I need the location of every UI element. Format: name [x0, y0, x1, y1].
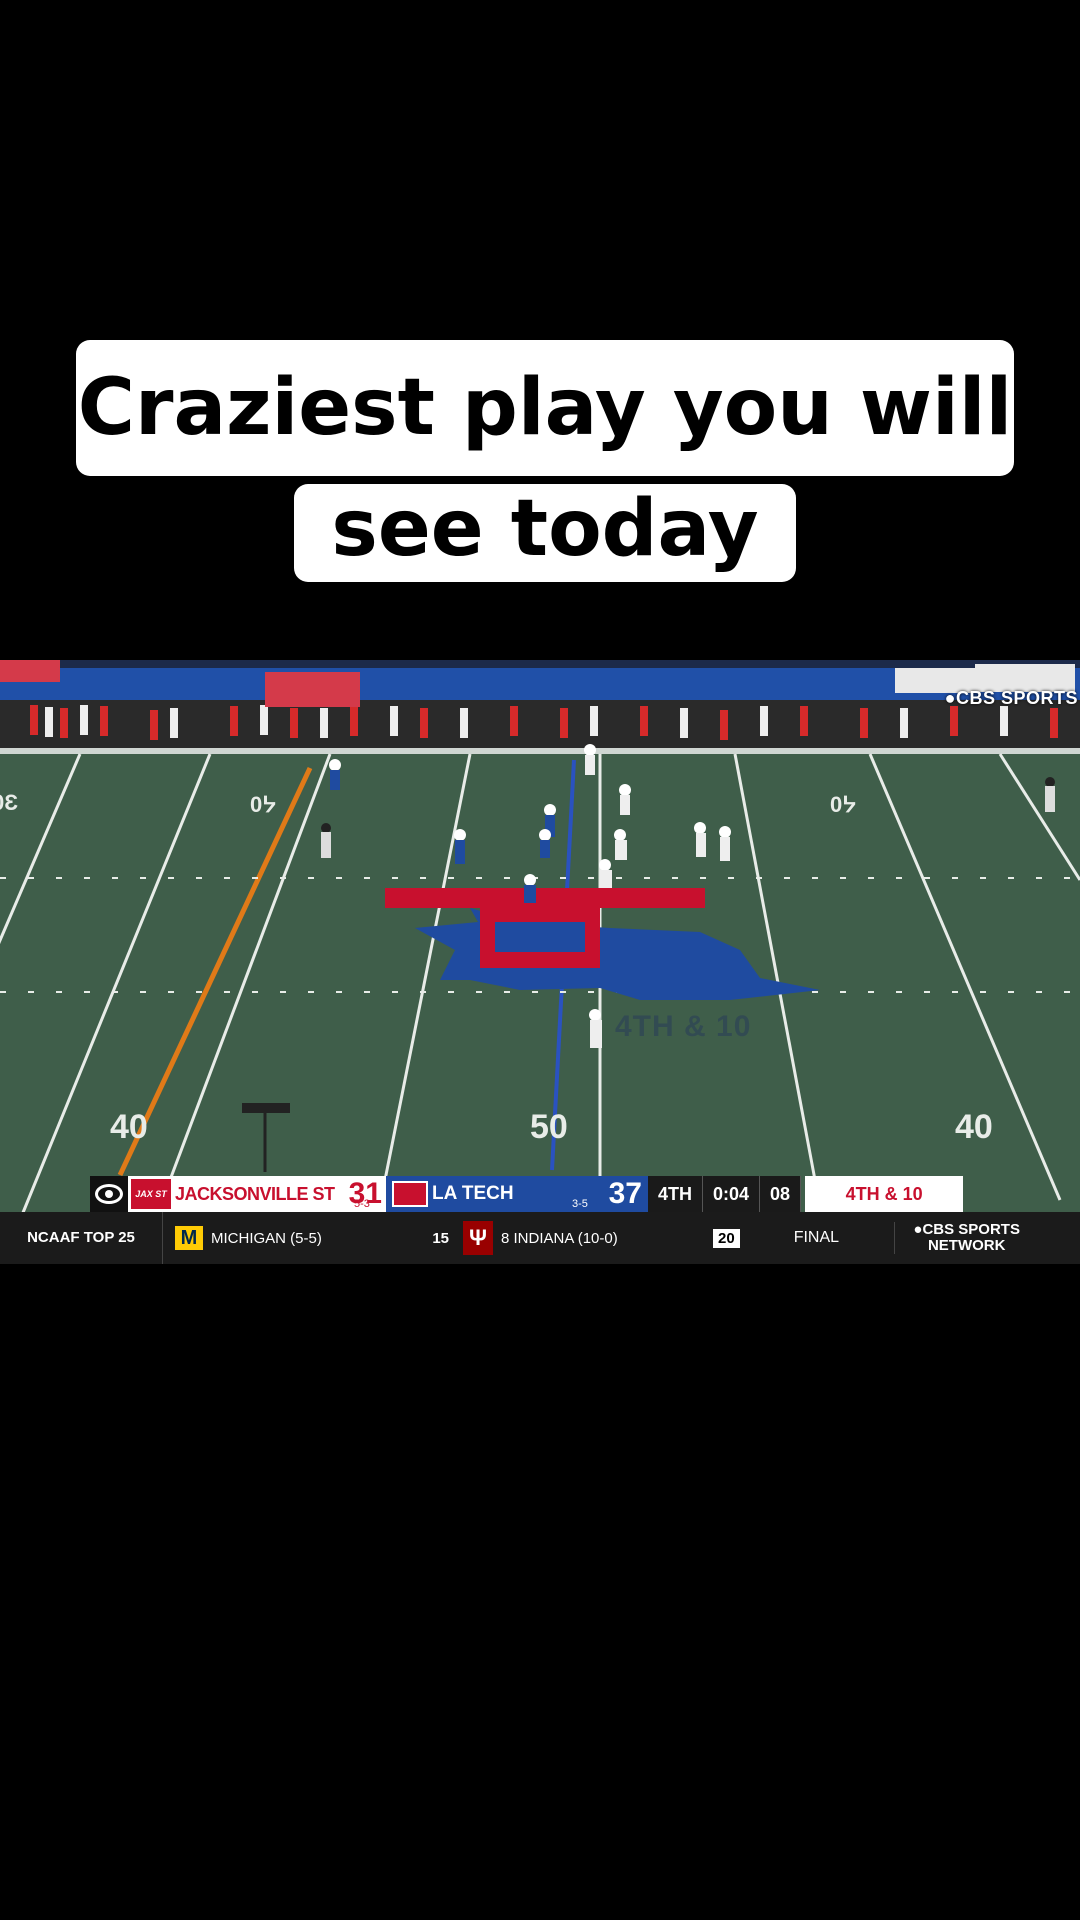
- michigan-logo-icon: M: [175, 1226, 203, 1250]
- ticker-team-1-record: (5-5): [290, 1229, 322, 1247]
- cbs-eye-icon: [90, 1176, 128, 1212]
- indiana-logo-icon: Ψ: [463, 1221, 493, 1255]
- ticker-team-1-name: MICHIGAN: [211, 1229, 286, 1247]
- ticker-team-2-record: (10-0): [577, 1229, 618, 1247]
- jacksonville-state-logo-icon: JAX ST: [131, 1179, 171, 1209]
- ticker-team-1-score: 15: [432, 1229, 449, 1247]
- home-team-name: LA TECH: [432, 1183, 514, 1204]
- away-team-panel: JAX ST JACKSONVILLE ST 5-3 31: [128, 1176, 386, 1212]
- ticker-game-status: FINAL: [793, 1229, 840, 1246]
- ticker-team-2-score: 20: [713, 1228, 740, 1248]
- ticker-team-2: 8 INDIANA (10-0): [501, 1230, 713, 1247]
- ticker-team-1: MICHIGAN (5-5): [211, 1230, 425, 1247]
- down-distance: 4TH & 10: [805, 1176, 964, 1212]
- scorebug: JAX ST JACKSONVILLE ST 5-3 31 LA TECH 3-…: [90, 1176, 988, 1212]
- la-tech-logo-icon: [392, 1181, 428, 1207]
- caption-line-2: see today: [294, 484, 796, 582]
- svg-text:40: 40: [110, 1108, 148, 1146]
- video-frame[interactable]: 0Ɛ 0ᔭ 0ᔭ 40 50 40: [0, 660, 1080, 1264]
- play-clock: 08: [760, 1176, 802, 1212]
- svg-text:40: 40: [955, 1108, 993, 1146]
- caption-line-1: Craziest play you will: [76, 340, 1014, 476]
- ticker-label: NCAAF TOP 25: [0, 1212, 163, 1264]
- ticker-network-logo: ●CBS SPORTS NETWORK: [893, 1222, 1027, 1254]
- svg-text:0ᔭ: 0ᔭ: [250, 792, 276, 817]
- home-team-score: 37: [608, 1177, 642, 1210]
- football-field-scene: 0Ɛ 0ᔭ 0ᔭ 40 50 40: [0, 660, 1080, 1264]
- home-team-record: 3-5: [572, 1198, 588, 1210]
- home-team-panel: LA TECH 3-5 37: [386, 1176, 648, 1212]
- network-watermark: ●CBS SPORTS: [944, 688, 1078, 708]
- field-down-marker: 4TH & 10: [615, 1010, 752, 1043]
- quarter: 4TH: [648, 1176, 704, 1212]
- game-clock: 0:04: [703, 1176, 761, 1212]
- game-clock-panel: 4TH 0:04 08: [648, 1176, 802, 1212]
- score-ticker: NCAAF TOP 25 M MICHIGAN (5-5) 15 Ψ 8 IND…: [0, 1212, 1080, 1264]
- ticker-team-2-name: 8 INDIANA: [501, 1229, 574, 1247]
- svg-text:50: 50: [530, 1108, 568, 1146]
- svg-text:0ᔭ: 0ᔭ: [830, 792, 856, 817]
- away-team-name: JACKSONVILLE ST: [175, 1183, 335, 1204]
- away-team-score: 31: [348, 1177, 382, 1210]
- svg-text:0Ɛ: 0Ɛ: [0, 790, 18, 815]
